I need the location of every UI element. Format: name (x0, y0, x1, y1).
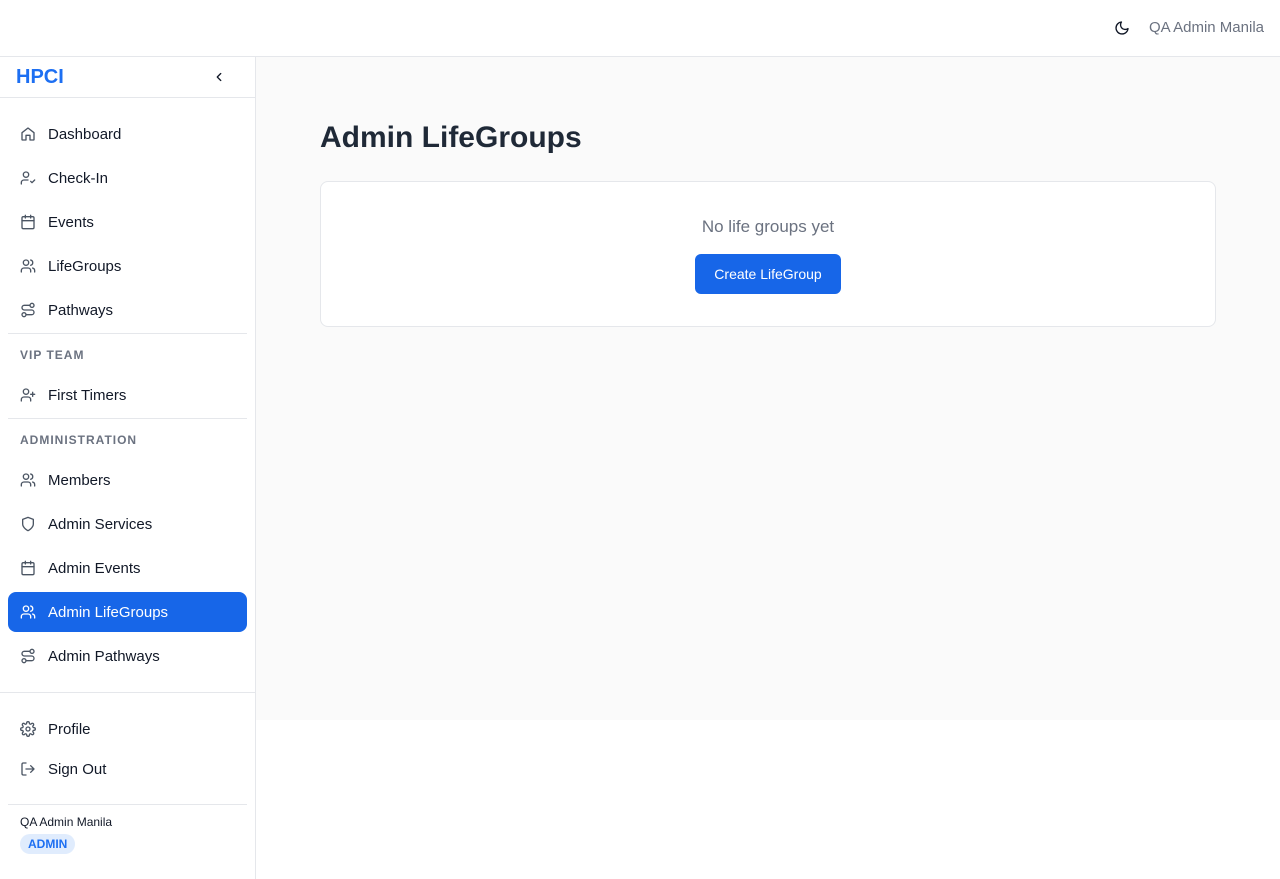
users-icon (20, 258, 36, 274)
header-user-name[interactable]: QA Admin Manila (1149, 19, 1264, 36)
calendar-icon (20, 214, 36, 230)
divider (8, 804, 247, 805)
create-lifegroup-button[interactable]: Create LifeGroup (695, 254, 841, 294)
sidebar-item-sign-out[interactable]: Sign Out (8, 749, 247, 789)
route-icon (20, 302, 36, 318)
sidebar-item-first-timers[interactable]: First Timers (8, 375, 247, 415)
home-icon (20, 126, 36, 142)
empty-state-card: No life groups yet Create LifeGroup (320, 181, 1216, 327)
gear-icon (20, 721, 36, 737)
calendar-icon (20, 560, 36, 576)
sidebar-item-label: Events (48, 213, 94, 231)
top-bar: QA Admin Manila (0, 0, 1280, 57)
brand-row: HPCI (0, 57, 255, 98)
role-badge: ADMIN (20, 834, 76, 854)
sidebar-item-check-in[interactable]: Check-In (8, 158, 247, 198)
sidebar-item-admin-events[interactable]: Admin Events (8, 548, 247, 588)
sidebar-item-members[interactable]: Members (8, 460, 247, 500)
sidebar-item-admin-pathways[interactable]: Admin Pathways (8, 636, 247, 676)
user-check-icon (20, 170, 36, 186)
sidebar: HPCI Dashboard Check-In Events LifeGroup… (0, 57, 256, 879)
user-plus-icon (20, 387, 36, 403)
route-icon (20, 648, 36, 664)
sidebar-item-admin-lifegroups[interactable]: Admin LifeGroups (8, 592, 247, 632)
sidebar-item-profile[interactable]: Profile (8, 709, 247, 749)
sidebar-item-label: First Timers (48, 386, 127, 404)
section-label-vip-team: VIP TEAM (20, 348, 85, 362)
sidebar-item-lifegroups[interactable]: LifeGroups (8, 246, 247, 286)
sidebar-item-admin-services[interactable]: Admin Services (8, 504, 247, 544)
sidebar-item-label: Admin Events (48, 559, 141, 577)
sidebar-item-dashboard[interactable]: Dashboard (8, 114, 247, 154)
sidebar-item-pathways[interactable]: Pathways (8, 290, 247, 330)
sidebar-item-label: Profile (48, 720, 91, 738)
page-title: Admin LifeGroups (320, 121, 582, 154)
sidebar-item-label: LifeGroups (48, 257, 122, 275)
footer-user-name: QA Admin Manila (20, 815, 113, 829)
sidebar-item-label: Admin Services (48, 515, 153, 533)
chevron-left-icon[interactable] (209, 67, 229, 87)
divider (8, 333, 247, 334)
sidebar-item-label: Admin Pathways (48, 647, 160, 665)
divider (8, 418, 247, 419)
users-icon (20, 604, 36, 620)
sidebar-item-label: Check-In (48, 169, 109, 187)
sidebar-item-label: Members (48, 471, 111, 489)
section-label-administration: ADMINISTRATION (20, 433, 138, 447)
sidebar-item-events[interactable]: Events (8, 202, 247, 242)
empty-state-message: No life groups yet (701, 217, 835, 236)
sidebar-item-label: Admin LifeGroups (48, 603, 169, 621)
shield-icon (20, 516, 36, 532)
sign-out-icon (20, 761, 36, 777)
sidebar-item-label: Dashboard (48, 125, 122, 143)
brand-logo[interactable]: HPCI (16, 66, 64, 89)
sidebar-item-label: Sign Out (48, 760, 107, 778)
main-content: Admin LifeGroups No life groups yet Crea… (256, 57, 1280, 720)
moon-icon[interactable] (1110, 16, 1134, 40)
users-icon (20, 472, 36, 488)
sidebar-item-label: Pathways (48, 301, 114, 319)
divider (0, 692, 255, 693)
